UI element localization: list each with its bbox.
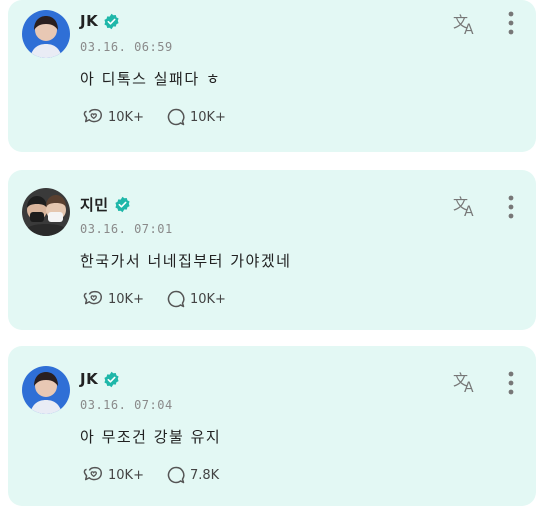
verified-badge-icon [103,13,120,30]
post-card[interactable]: JK 03.16. 07:04 아 무조건 강불 유지 10K+ 7.8K [8,346,536,506]
like-button[interactable]: 10K+ [82,288,144,310]
like-count: 10K+ [108,291,144,307]
comment-button[interactable]: 10K+ [166,107,226,127]
comment-bubble-icon [166,107,186,127]
comment-bubble-icon [166,289,186,309]
more-vertical-icon[interactable] [505,10,517,36]
comment-button[interactable]: 10K+ [166,289,226,309]
author-name[interactable]: JK [80,370,98,388]
avatar[interactable] [22,188,70,236]
verified-badge-icon [103,371,120,388]
like-button[interactable]: 10K+ [82,106,144,128]
post-card[interactable]: JK 03.16. 06:59 아 디톡스 실패다 ㅎ 10K+ 10K+ [8,0,536,152]
post-text: 아 디톡스 실패다 ㅎ [80,70,222,88]
post-timestamp: 03.16. 06:59 [80,40,173,54]
like-count: 10K+ [108,109,144,125]
author-name[interactable]: 지민 [80,194,109,215]
avatar[interactable] [22,366,70,414]
heart-bubble-icon [82,288,104,310]
heart-bubble-icon [82,464,104,486]
heart-bubble-icon [82,106,104,128]
translate-icon[interactable] [452,12,478,36]
translate-icon[interactable] [452,194,478,218]
like-count: 10K+ [108,467,144,483]
like-button[interactable]: 10K+ [82,464,144,486]
verified-badge-icon [114,196,131,213]
post-card[interactable]: 지민 03.16. 07:01 한국가서 너네집부터 가야겠네 10K+ 10K… [8,170,536,330]
post-timestamp: 03.16. 07:04 [80,398,173,412]
translate-icon[interactable] [452,370,478,394]
author-name[interactable]: JK [80,12,98,30]
more-vertical-icon[interactable] [505,370,517,396]
comment-count: 10K+ [189,291,226,307]
comment-count: 7.8K [189,467,220,483]
post-timestamp: 03.16. 07:01 [80,222,173,236]
post-text: 아 무조건 강불 유지 [80,428,222,446]
avatar[interactable] [22,10,70,58]
comment-button[interactable]: 7.8K [166,465,219,485]
more-vertical-icon[interactable] [505,194,517,220]
comment-bubble-icon [166,465,186,485]
comment-count: 10K+ [189,109,226,125]
post-text: 한국가서 너네집부터 가야겠네 [80,252,292,270]
